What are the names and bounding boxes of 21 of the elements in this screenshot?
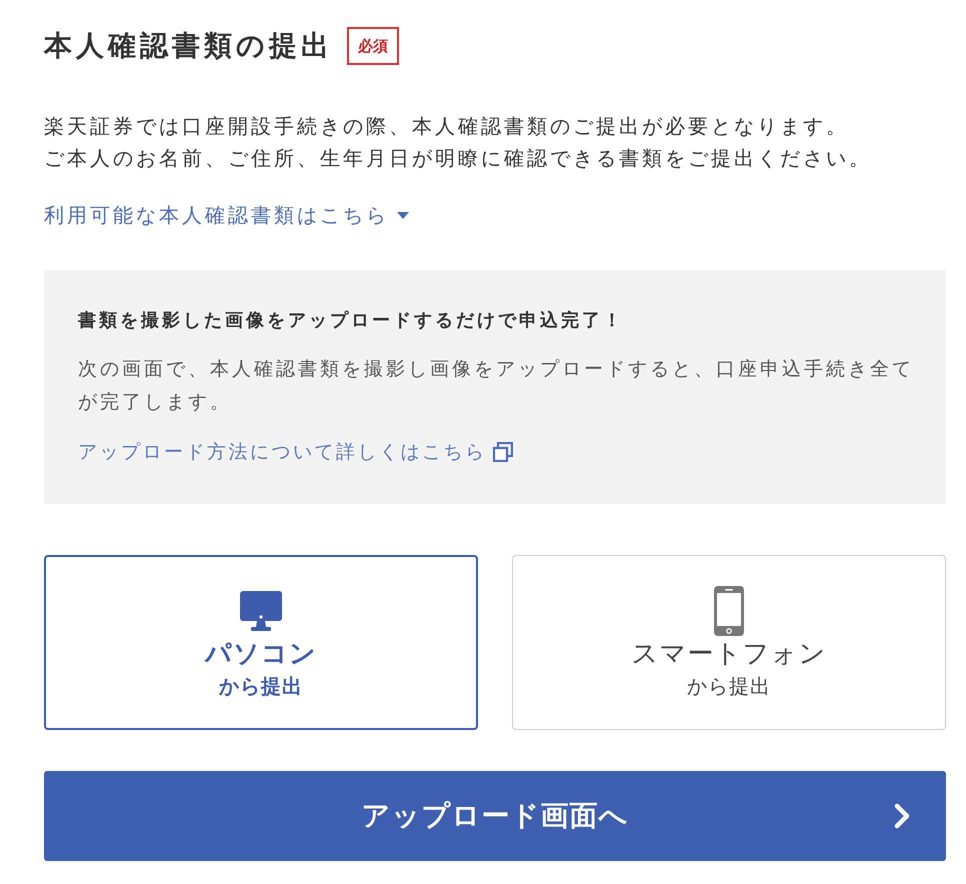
upload-screen-label: アップロード画面へ	[362, 798, 628, 834]
external-link-icon[interactable]	[492, 442, 512, 462]
submission-option-card[interactable]: スマートフォン から提出	[512, 555, 946, 730]
caret-down-icon[interactable]	[397, 212, 409, 218]
upload-screen-button[interactable]: アップロード画面へ	[44, 771, 946, 861]
notice-text: 次の画面で、本人確認書類を撮影し画像をアップロードすると、口座申込手続き全てが完了します。	[78, 357, 915, 415]
description-text: ご本人のお名前、ご住所、生年月日が明瞭に確認できる書類をご提出ください。	[44, 145, 873, 172]
option-title: スマートフォン	[632, 638, 826, 670]
smartphone-icon	[714, 586, 744, 636]
documents-link[interactable]: 利用可能な本人確認書類はこちら	[44, 199, 389, 231]
chevron-right-icon	[894, 803, 910, 829]
submission-option-card[interactable]: パソコン から提出	[44, 555, 478, 730]
description-text: 楽天証券では口座開設手続きの際、本人確認書類のご提出が必要となります。	[44, 113, 850, 140]
page-title: 本人確認書類の提出	[44, 28, 333, 64]
option-title: パソコン	[205, 638, 317, 670]
notice-title: 書類を撮影した画像をアップロードするだけで申込完了！	[78, 309, 625, 333]
required-badge: 必須	[347, 27, 399, 65]
option-subtitle: から提出	[219, 672, 303, 700]
monitor-icon	[240, 590, 282, 630]
upload-guide-link[interactable]: アップロード方法について詳しくはこちら	[78, 437, 486, 467]
option-subtitle: から提出	[687, 672, 771, 700]
